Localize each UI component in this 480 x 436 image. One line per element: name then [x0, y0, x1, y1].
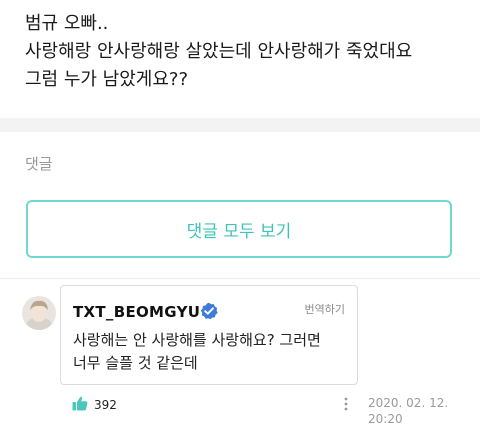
- thumbs-up-icon: [72, 396, 88, 414]
- post-text-line: 사랑해랑 안사랑해랑 살았는데 안사랑해가 죽었대요: [25, 41, 413, 62]
- avatar[interactable]: [22, 296, 56, 330]
- section-divider: [0, 118, 480, 132]
- post-text-line: 범규 오빠..: [25, 13, 109, 34]
- view-all-comments-button[interactable]: 댓글 모두 보기: [26, 200, 452, 258]
- translate-button[interactable]: 번역하기: [305, 301, 345, 317]
- reply-text-line: 너무 슬플 것 같은데: [73, 354, 198, 372]
- post-body: 범규 오빠.. 사랑해랑 안사랑해랑 살았는데 안사랑해가 죽었대요 그럼 누가…: [0, 0, 480, 118]
- reply-time: 20:20: [368, 412, 403, 426]
- artist-reply-card: TXT_BEOMGYU 번역하기 사랑해는 안 사랑해를 사랑해요? 그러면 너…: [60, 285, 358, 385]
- reply-author-name[interactable]: TXT_BEOMGYU: [73, 303, 200, 321]
- comments-section-label: 댓글: [25, 155, 53, 173]
- reply-text-line: 사랑해는 안 사랑해를 사랑해요? 그러면: [73, 331, 321, 349]
- comments-divider: [0, 278, 480, 279]
- reply-date: 2020. 02. 12.: [368, 396, 449, 410]
- like-button[interactable]: 392: [72, 396, 117, 414]
- post-text-line: 그럼 누가 남았게요??: [25, 69, 189, 90]
- more-horizontal-icon[interactable]: [342, 397, 350, 415]
- verified-badge-icon: [200, 302, 218, 320]
- like-count: 392: [94, 398, 117, 412]
